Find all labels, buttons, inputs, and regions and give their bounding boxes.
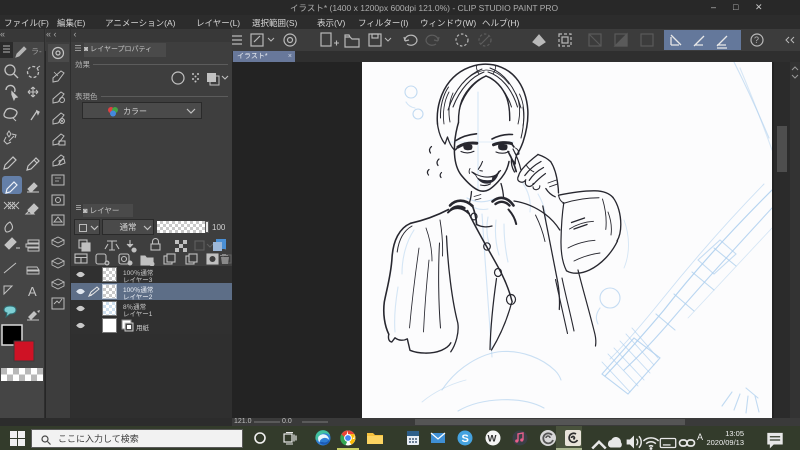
svg-text:W: W — [488, 434, 497, 445]
svg-text:A: A — [28, 284, 37, 299]
svg-text:S: S — [462, 433, 469, 445]
svg-text:ラ-: ラ- — [31, 47, 42, 56]
svg-text:?: ? — [754, 35, 759, 45]
